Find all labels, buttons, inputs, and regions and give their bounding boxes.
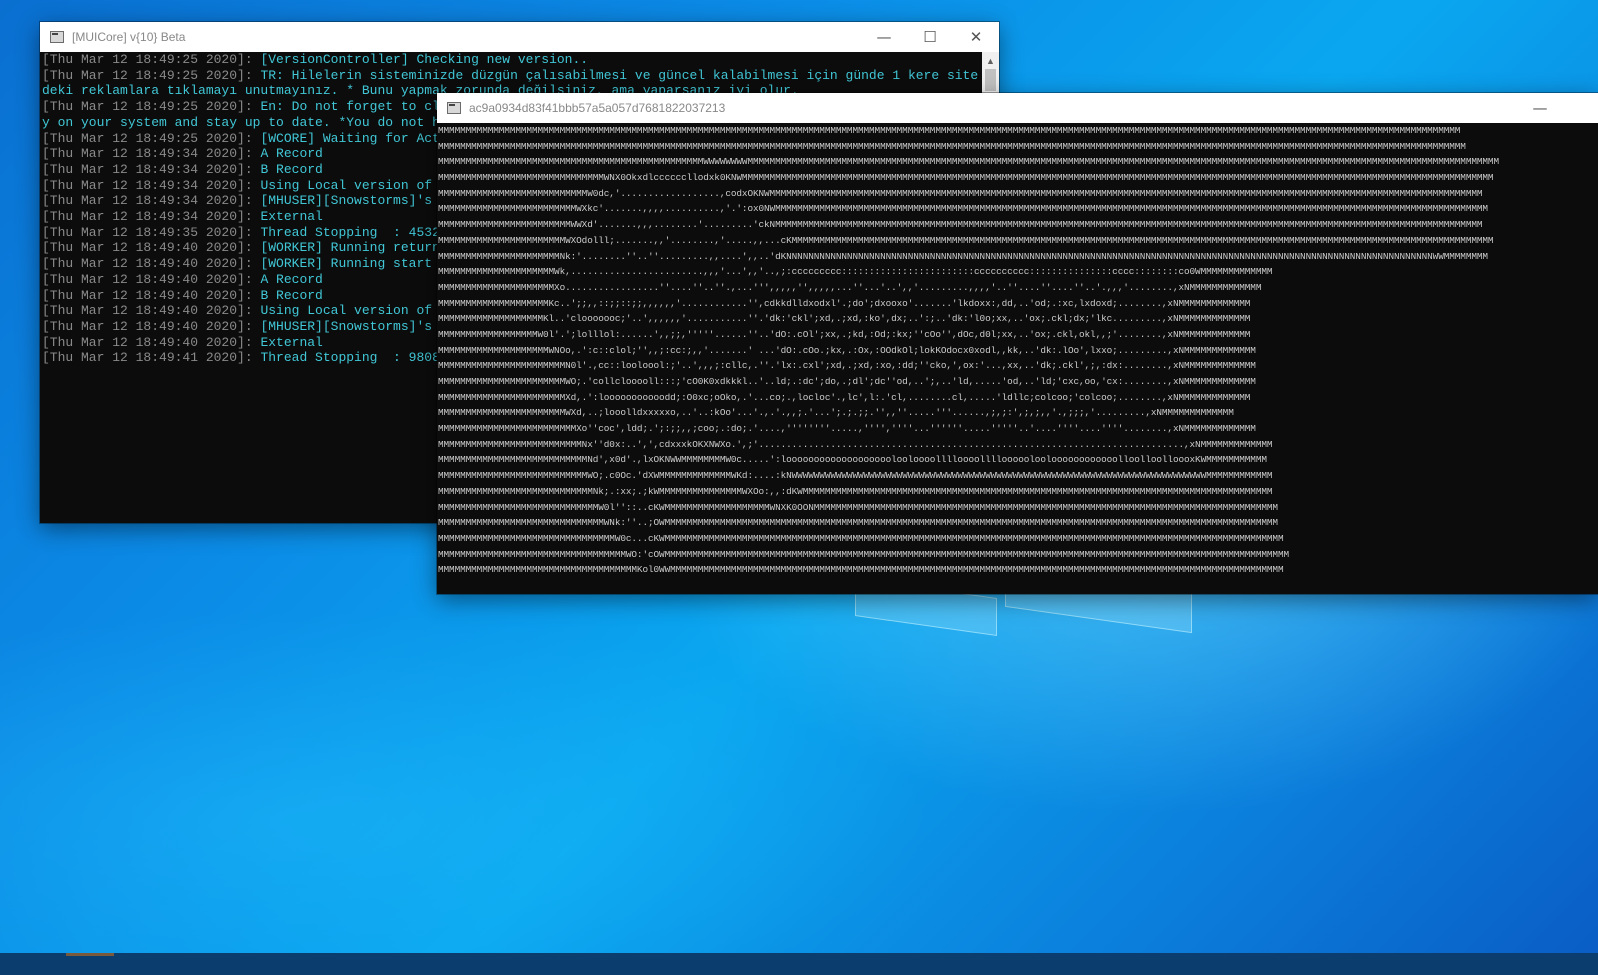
console-message: [WORKER] Running start — [260, 256, 433, 272]
ascii-window[interactable]: ac9a0934d83f41bbb57a5a057d7681822037213 … — [437, 93, 1598, 594]
ascii-line: MMMMMMMMMMMMMMMMMMMKl..'clooooooc;'..',,… — [438, 313, 1251, 325]
ascii-line: MMMMMMMMMMMMMMMMMMMMMMMMMXo''coc',ldd;.'… — [438, 423, 1256, 435]
console-timestamp: [Thu Mar 12 18:49:40 2020]: — [42, 256, 261, 272]
ascii-line: MMMMMMMMMMMMMMMMMMMMMMMWO;.'collclooooll… — [438, 376, 1256, 387]
console-line: [Thu Mar 12 18:49:25 2020]: TR: Hileleri… — [42, 68, 999, 84]
console-message: External — [260, 334, 323, 350]
ascii-line: MMMMMMMMMMMMMMMMMMMMMMMWXOdolll;.......,… — [438, 234, 1494, 246]
console-message: A Record — [260, 271, 323, 287]
ascii-app-icon — [447, 102, 461, 114]
ascii-line: MMMMMMMMMMMMMMMMMMMMMMMWXd,..;looolldxxx… — [438, 407, 1234, 419]
console-timestamp: [Thu Mar 12 18:49:34 2020]: — [42, 209, 261, 225]
console-message: External — [260, 209, 323, 225]
close-button[interactable]: ✕ — [953, 22, 999, 52]
ascii-line: MMMMMMMMMMMMMMMMMMMMMMMMMWXkc'.......,,,… — [438, 203, 1488, 215]
ascii-minimize-button[interactable]: — — [1517, 93, 1563, 123]
ascii-line: MMMMMMMMMMMMMMMMMMMMMMMMMMMMNk;.:xx;.;kW… — [438, 485, 1273, 497]
minimize-button[interactable]: — — [861, 22, 907, 52]
maximize-button[interactable]: ☐ — [907, 22, 953, 52]
ascii-line: MMMMMMMMMMMMMMMMMMMMMXo.................… — [438, 281, 1262, 293]
ascii-line: MMMMMMMMMMMMMMMMMMMMMWk,................… — [438, 266, 1273, 278]
ascii-art-output: MMMMMMMMMMMMMMMMMMMMMMMMMMMMMMMMMMMMMMMM… — [437, 123, 1598, 594]
console-timestamp: [Thu Mar 12 18:49:40 2020]: — [42, 334, 261, 350]
ascii-line: MMMMMMMMMMMMMMMMMMMMMMMMMMMMMMMMMMMMMMMM… — [438, 156, 1499, 168]
console-message: Using Local version of — [260, 303, 433, 319]
console-timestamp: [Thu Mar 12 18:49:40 2020]: — [42, 303, 261, 319]
console-app-icon — [50, 31, 64, 43]
console-timestamp: [Thu Mar 12 18:49:34 2020]: — [42, 193, 261, 209]
console-timestamp: [Thu Mar 12 18:49:35 2020]: — [42, 224, 261, 240]
console-timestamp: [Thu Mar 12 18:49:34 2020]: — [42, 146, 261, 162]
console-window-title: [MUICore] v{10} Beta — [72, 30, 186, 44]
ascii-line: MMMMMMMMMMMMMMMMMMMMMMMMMMMW0dc,'.......… — [438, 187, 1483, 199]
console-timestamp: [Thu Mar 12 18:49:40 2020]: — [42, 271, 261, 287]
scroll-thumb[interactable] — [985, 69, 996, 91]
console-message: [WCORE] Waiting for Act — [260, 130, 440, 146]
console-timestamp: [Thu Mar 12 18:49:25 2020]: — [42, 67, 261, 83]
taskbar — [0, 953, 1598, 975]
console-message: Thread Stopping : 9808 — [260, 350, 440, 366]
ascii-line: MMMMMMMMMMMMMMMMMMMMMMMMMMNx''d0x:..',',… — [438, 438, 1273, 450]
ascii-line: MMMMMMMMMMMMMMMMMMMMMMMMMMMMMMWNX0Okxdlc… — [438, 172, 1494, 184]
console-timestamp: [Thu Mar 12 18:49:40 2020]: — [42, 240, 261, 256]
console-message: Thread Stopping : 4532 — [260, 224, 440, 240]
console-timestamp: [Thu Mar 12 18:49:34 2020]: — [42, 161, 261, 177]
console-message: Using Local version of — [260, 177, 433, 193]
ascii-line: MMMMMMMMMMMMMMMMMMMMWNOo,.':c::clol;'',,… — [438, 344, 1256, 356]
console-message: B Record — [260, 161, 323, 177]
console-line: [Thu Mar 12 18:49:25 2020]: [VersionCont… — [42, 52, 999, 68]
ascii-line: MMMMMMMMMMMMMMMMMMW0l'.';lolllol:......'… — [438, 328, 1251, 340]
ascii-line: MMMMMMMMMMMMMMMMMMMMMMMMMMMMMMMMMMMMMMMM… — [438, 140, 1466, 152]
taskbar-app-item[interactable] — [66, 953, 114, 956]
console-message: [MHUSER][Snowstorms]'s — [260, 318, 433, 334]
ascii-line: MMMMMMMMMMMMMMMMMMMMMMNk:'........''..''… — [438, 250, 1488, 262]
ascii-line: MMMMMMMMMMMMMMMMMMMMKc..';;,,::;;::;;,,,… — [438, 297, 1251, 309]
ascii-line: MMMMMMMMMMMMMMMMMMMMMMMMMMMNd',x0d'.,lxO… — [438, 454, 1267, 466]
console-message: [WORKER] Running return — [260, 240, 440, 256]
ascii-line: MMMMMMMMMMMMMMMMMMMMMMMMMMMMMMWNk:''..;O… — [438, 517, 1278, 529]
ascii-titlebar[interactable]: ac9a0934d83f41bbb57a5a057d7681822037213 … — [437, 93, 1598, 123]
ascii-line: MMMMMMMMMMMMMMMMMMMMMMMMMMMMMMMMW0c...cK… — [438, 532, 1284, 544]
ascii-line: MMMMMMMMMMMMMMMMMMMMMMMMMMMMMMMMMMMMMMMM… — [438, 125, 1461, 136]
console-message: A Record — [260, 146, 323, 162]
ascii-line: MMMMMMMMMMMMMMMMMMMMMMMXd,.':loooooooooo… — [438, 391, 1251, 403]
ascii-line: MMMMMMMMMMMMMMMMMMMMMMMMMMMWO;.c0Oc.'dXW… — [438, 470, 1273, 482]
console-timestamp: [Thu Mar 12 18:49:34 2020]: — [42, 177, 261, 193]
console-timestamp: [Thu Mar 12 18:49:25 2020]: — [42, 99, 261, 115]
console-message: TR: Hilelerin sisteminizde düzgün çalısa… — [260, 67, 979, 83]
ascii-window-title: ac9a0934d83f41bbb57a5a057d7681822037213 — [469, 101, 726, 115]
console-message: y on your system and stay up to date. *Y… — [42, 114, 440, 130]
ascii-line: MMMMMMMMMMMMMMMMMMMMMMMMWWXd'.......,,,.… — [438, 219, 1483, 231]
console-message: En: Do not forget to cl — [260, 99, 440, 115]
console-timestamp: [Thu Mar 12 18:49:25 2020]: — [42, 130, 261, 146]
console-timestamp: [Thu Mar 12 18:49:41 2020]: — [42, 350, 261, 366]
ascii-line: MMMMMMMMMMMMMMMMMMMMMMMMMMMMMMMMMMMMKol0… — [438, 564, 1284, 576]
console-timestamp: [Thu Mar 12 18:49:40 2020]: — [42, 318, 261, 334]
console-timestamp: [Thu Mar 12 18:49:25 2020]: — [42, 52, 261, 67]
ascii-line: MMMMMMMMMMMMMMMMMMMMMMMMMMMMMMMMMMWO:'cO… — [438, 548, 1289, 560]
ascii-line: MMMMMMMMMMMMMMMMMMMMMMMN0l'.,cc::loolooo… — [438, 360, 1256, 372]
console-message: B Record — [260, 287, 323, 303]
ascii-line: MMMMMMMMMMMMMMMMMMMMMMMMMMMMMW0l''::..cK… — [438, 501, 1278, 513]
console-titlebar[interactable]: [MUICore] v{10} Beta — ☐ ✕ — [40, 22, 999, 52]
console-message: [VersionController] Checking new version… — [260, 52, 589, 67]
console-timestamp: [Thu Mar 12 18:49:40 2020]: — [42, 287, 261, 303]
console-message: [MHUSER][Snowstorms]'s — [260, 193, 433, 209]
scroll-up-arrow-icon[interactable]: ▲ — [982, 52, 999, 69]
